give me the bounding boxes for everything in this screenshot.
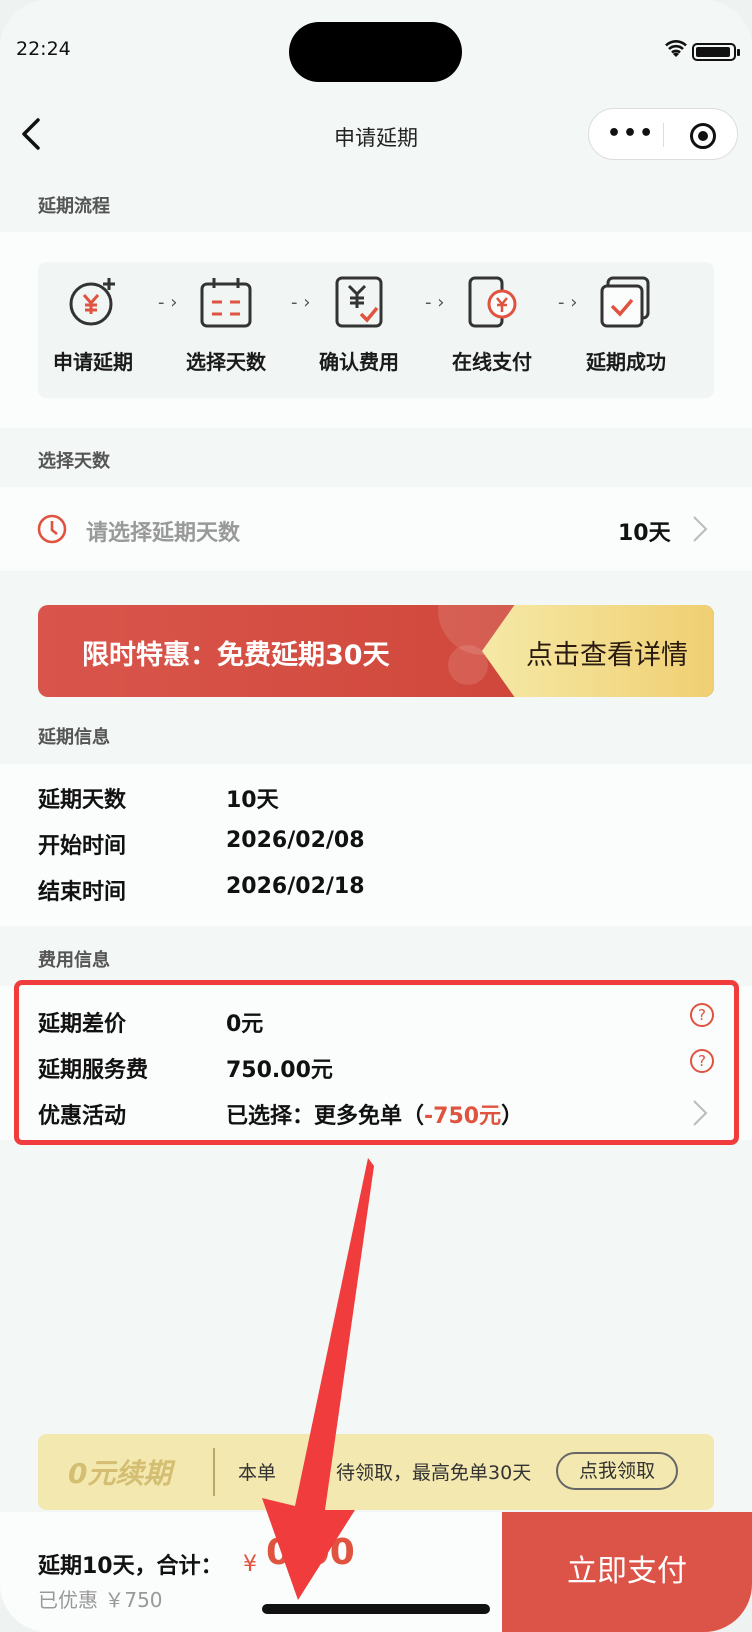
success-check-icon bbox=[600, 276, 650, 328]
info-value-days: 10天 bbox=[226, 788, 279, 813]
nav-bar: 申请延期 ••• bbox=[0, 100, 752, 170]
flow-step-label: 选择天数 bbox=[186, 350, 266, 374]
clock-icon bbox=[37, 514, 67, 544]
promo-text: 限时特惠：免费延期30天 bbox=[82, 640, 390, 671]
extension-info-heading: 延期信息 bbox=[38, 727, 110, 748]
coupon-desc: 本单 待领取，最高免单30天 bbox=[238, 1458, 531, 1485]
calendar-icon bbox=[200, 278, 252, 328]
select-days-heading: 选择天数 bbox=[38, 451, 110, 472]
coupon-desc-tail: 待领取，最高免单30天 bbox=[336, 1462, 532, 1484]
saved-amount: 已优惠 ￥750 bbox=[38, 1588, 163, 1612]
info-label-end: 结束时间 bbox=[38, 880, 127, 905]
yen-plus-icon bbox=[69, 278, 115, 326]
flow-steps: 申请延期 - › 选择天数 - › 确认费用 - › 在线支付 - › 延期成功 bbox=[38, 262, 714, 398]
pay-now-button[interactable]: 立即支付 bbox=[502, 1512, 752, 1632]
info-value-end: 2026/02/18 bbox=[226, 874, 365, 899]
select-days-value: 10天 bbox=[618, 521, 671, 546]
camera-notch bbox=[289, 22, 462, 82]
flow-step-success: 延期成功 bbox=[571, 274, 681, 375]
status-bar: 22:24 bbox=[0, 0, 752, 100]
coupon-title: 0元续期 bbox=[68, 1457, 172, 1490]
flow-step-label: 申请延期 bbox=[53, 350, 133, 374]
claim-coupon-button[interactable]: 点我领取 bbox=[556, 1452, 678, 1490]
chevron-right-icon bbox=[693, 516, 708, 542]
wifi-icon bbox=[665, 40, 687, 57]
fee-info-heading: 费用信息 bbox=[38, 950, 110, 971]
total-amount: 0.00 bbox=[266, 1532, 355, 1573]
promo-banner[interactable]: 限时特惠：免费延期30天 点击查看详情 bbox=[38, 605, 714, 697]
promo-details-label: 点击查看详情 bbox=[526, 640, 688, 671]
info-label-start: 开始时间 bbox=[38, 834, 127, 859]
coupon-strip: 0元续期 本单 待领取，最高免单30天 点我领取 bbox=[38, 1434, 714, 1510]
more-menu-icon[interactable]: ••• bbox=[607, 123, 655, 145]
flow-step-label: 延期成功 bbox=[586, 350, 666, 374]
bill-check-icon bbox=[335, 276, 383, 328]
phone-screen: 22:24 申请延期 ••• 延期流程 申请延期 - › 选择天数 - › 确认… bbox=[0, 0, 752, 1632]
promo-details-button[interactable]: 点击查看详情 bbox=[482, 605, 714, 697]
flow-step-days: 选择天数 bbox=[171, 274, 281, 375]
status-time: 22:24 bbox=[16, 38, 71, 60]
home-indicator bbox=[262, 1604, 490, 1614]
select-days-placeholder: 请选择延期天数 bbox=[86, 521, 241, 546]
flow-step-label: 确认费用 bbox=[319, 350, 399, 374]
annotation-highlight-box bbox=[14, 980, 739, 1145]
mini-program-capsule: ••• bbox=[588, 108, 738, 160]
flow-step-label: 在线支付 bbox=[452, 350, 532, 374]
close-mini-program-icon[interactable] bbox=[690, 123, 716, 149]
coupon-divider bbox=[213, 1448, 215, 1496]
info-value-start: 2026/02/08 bbox=[226, 828, 365, 853]
flow-step-pay: 在线支付 bbox=[437, 274, 547, 375]
total-label: 延期10天，合计： bbox=[38, 1554, 223, 1579]
select-days-row[interactable]: 请选择延期天数 10天 bbox=[0, 487, 752, 571]
flow-heading: 延期流程 bbox=[38, 196, 110, 217]
flow-step-apply: 申请延期 bbox=[38, 274, 148, 375]
currency-symbol: ¥ bbox=[243, 1552, 257, 1577]
bottom-bar: 延期10天，合计： ¥ 0.00 已优惠 ￥750 立即支付 bbox=[0, 1512, 752, 1632]
phone-pay-icon bbox=[468, 276, 517, 328]
flow-step-confirm: 确认费用 bbox=[304, 274, 414, 375]
capsule-divider bbox=[663, 123, 664, 147]
coupon-desc-head: 本单 bbox=[238, 1462, 277, 1484]
battery-icon bbox=[692, 43, 740, 61]
info-label-days: 延期天数 bbox=[38, 788, 127, 813]
